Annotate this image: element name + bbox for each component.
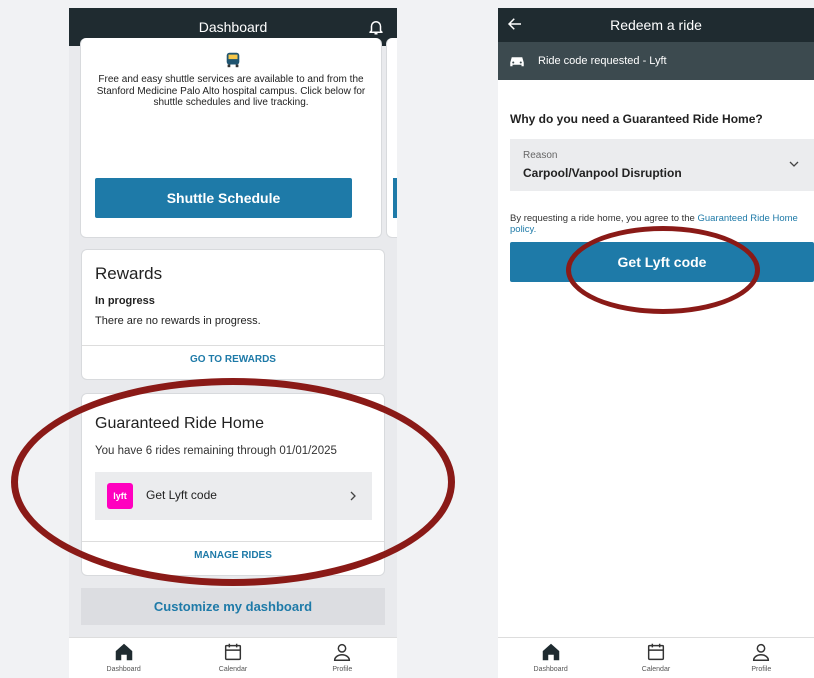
get-lyft-code-button[interactable]: Get Lyft code [510,242,814,282]
nav-dashboard[interactable]: Dashboard [84,638,164,673]
car-icon [510,57,524,67]
bottom-navigation: Dashboard Calendar Profile [69,637,397,678]
next-card-partial [386,38,397,238]
customize-dashboard-button[interactable]: Customize my dashboard [81,588,385,625]
next-card-button-edge[interactable] [393,178,397,218]
redeem-ride-screen: Redeem a ride Ride code requested - Lyft… [498,8,814,678]
reason-value: Carpool/Vanpool Disruption [523,166,682,180]
rewards-card: Rewards In progress There are no rewards… [81,249,385,380]
bottom-navigation: Dashboard Calendar Profile [498,637,814,678]
rewards-empty-message: There are no rewards in progress. [95,315,261,327]
dashboard-screen: Dashboard Free and easy shuttle services… [69,8,397,678]
shuttle-card: Free and easy shuttle services are avail… [80,38,382,238]
ride-requested-banner: Ride code requested - Lyft [498,42,814,80]
nav-profile[interactable]: Profile [721,638,801,673]
calendar-icon [224,643,242,661]
rewards-status-label: In progress [95,295,155,307]
nav-dashboard[interactable]: Dashboard [511,638,591,673]
nav-calendar[interactable]: Calendar [193,638,273,673]
back-arrow-icon[interactable] [506,15,524,33]
header-title: Redeem a ride [610,17,702,33]
redeem-header: Redeem a ride [498,8,814,42]
home-icon [115,643,132,661]
nav-calendar-label: Calendar [641,666,671,673]
shuttle-schedule-button[interactable]: Shuttle Schedule [95,178,352,218]
policy-prefix: By requesting a ride home, you agree to … [510,213,698,224]
nav-calendar-label: Calendar [218,666,248,673]
nav-profile-label: Profile [332,666,353,673]
grh-title: Guaranteed Ride Home [95,415,264,432]
shuttle-bus-icon [226,52,240,68]
nav-calendar[interactable]: Calendar [616,638,696,673]
chevron-right-icon [350,491,356,501]
nav-profile-label: Profile [751,666,772,673]
get-lyft-code-label: Get Lyft code [146,488,217,502]
header-title: Dashboard [198,19,268,35]
profile-icon [334,643,351,661]
reason-label: Reason [523,150,558,161]
calendar-icon [647,643,665,661]
go-to-rewards-link[interactable]: GO TO REWARDS [82,354,384,365]
grh-question: Why do you need a Guaranteed Ride Home? [510,112,763,126]
nav-profile[interactable]: Profile [302,638,382,673]
chevron-down-icon [789,161,799,167]
notification-bell-icon[interactable] [367,18,385,36]
home-icon [542,643,559,661]
rewards-title: Rewards [95,264,163,283]
divider [82,345,384,346]
lyft-logo: lyft [107,483,133,509]
divider [82,541,384,542]
get-lyft-code-row[interactable]: lyft Get Lyft code [95,472,372,520]
shuttle-description: Free and easy shuttle services are avail… [96,74,366,108]
nav-dashboard-label: Dashboard [106,666,141,673]
grh-remaining-message: You have 6 rides remaining through 01/01… [95,445,337,457]
banner-text: Ride code requested - Lyft [538,55,667,67]
reason-select[interactable]: Reason Carpool/Vanpool Disruption [510,139,814,191]
policy-text: By requesting a ride home, you agree to … [510,213,814,235]
nav-dashboard-label: Dashboard [533,666,568,673]
profile-icon [753,643,770,661]
guaranteed-ride-home-card: Guaranteed Ride Home You have 6 rides re… [81,393,385,576]
manage-rides-link[interactable]: MANAGE RIDES [82,550,384,561]
